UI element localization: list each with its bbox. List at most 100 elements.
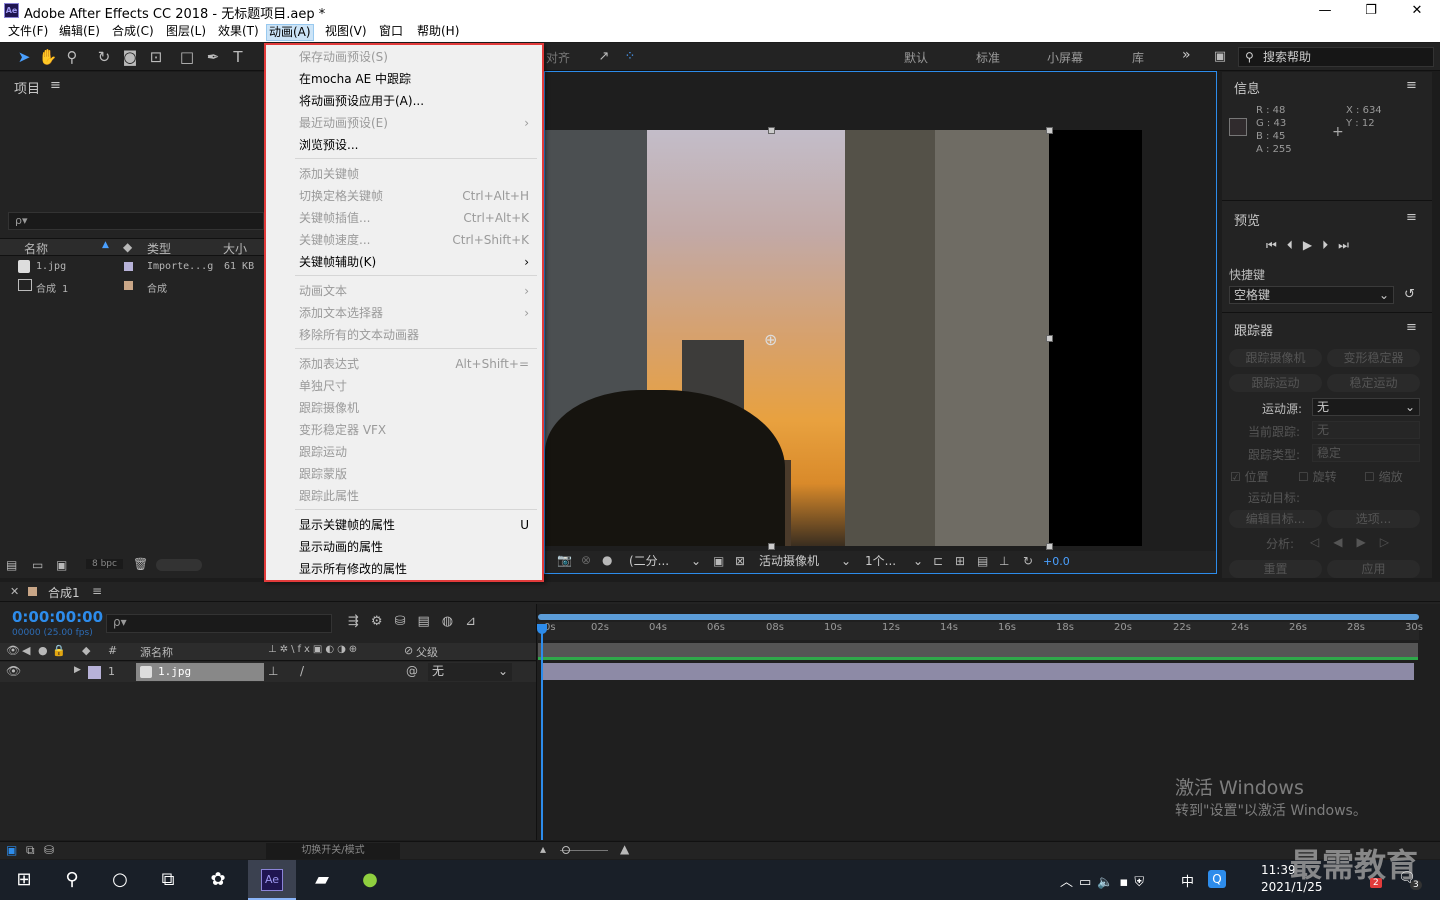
current-track-dropdown[interactable]: 无 bbox=[1312, 421, 1420, 439]
graph-editor-icon[interactable]: ⊿ bbox=[465, 614, 488, 629]
menu-effect[interactable]: 效果(T) bbox=[216, 24, 261, 41]
first-frame-icon[interactable]: ⏮ bbox=[1266, 238, 1287, 252]
transform-handle[interactable] bbox=[1046, 335, 1053, 342]
exposure-value[interactable]: +0.0 bbox=[1043, 555, 1070, 568]
analyze-back-icon[interactable]: ◀ bbox=[1333, 535, 1356, 549]
close-tab-icon[interactable]: ✕ bbox=[10, 585, 19, 598]
timeline-icon[interactable]: ▤ bbox=[977, 554, 988, 568]
after-effects-taskbar-icon[interactable]: Ae bbox=[248, 860, 296, 900]
menu-layer[interactable]: 图层(L) bbox=[164, 24, 208, 41]
analyze-forward-icon[interactable]: ▶ bbox=[1356, 535, 1379, 549]
zoom-tool-icon[interactable]: ⚲ bbox=[62, 47, 82, 67]
workspace-library[interactable]: 库 bbox=[1132, 49, 1144, 66]
rectangle-tool-icon[interactable]: □ bbox=[177, 47, 197, 67]
new-folder-icon[interactable]: ▭ bbox=[32, 558, 43, 572]
qq-icon[interactable]: Q bbox=[1208, 870, 1226, 888]
animation-menu-item[interactable]: 显示所有修改的属性 bbox=[299, 558, 529, 580]
stabilize-motion-button[interactable]: 稳定运动 bbox=[1327, 374, 1420, 392]
in-out-icon[interactable]: ⛁ bbox=[44, 843, 54, 857]
tracker-panel-title[interactable]: 跟踪器 bbox=[1234, 320, 1273, 339]
undo-icon[interactable]: ↺ bbox=[1404, 287, 1415, 302]
zoom-in-icon[interactable]: ▲ bbox=[620, 842, 629, 856]
track-type-dropdown[interactable]: 稳定 bbox=[1312, 444, 1420, 462]
bit-depth-button[interactable]: 8 bpc bbox=[86, 559, 123, 569]
rotate-tool-icon[interactable]: ↻ bbox=[94, 47, 114, 67]
col-name[interactable]: 名称 bbox=[24, 240, 48, 257]
label-color-swatch[interactable] bbox=[124, 281, 133, 290]
layer-duration-bar[interactable] bbox=[542, 663, 1414, 680]
shy-switch-icon[interactable]: ⊥ bbox=[268, 664, 278, 678]
project-title[interactable]: 项目 bbox=[14, 78, 40, 97]
col-parent[interactable]: 父级 bbox=[416, 644, 438, 660]
layer-name[interactable]: 1.jpg bbox=[136, 663, 264, 681]
options-button[interactable]: 选项... bbox=[1327, 510, 1420, 528]
reset-button[interactable]: 重置 bbox=[1229, 560, 1322, 578]
task-view-icon[interactable]: ⧉ bbox=[144, 860, 192, 900]
animation-menu-item[interactable]: 显示动画的属性 bbox=[299, 536, 529, 558]
comp-duration-bar[interactable] bbox=[538, 643, 1418, 657]
volume-icon[interactable]: 🔈 bbox=[1097, 875, 1119, 890]
lock-icon[interactable]: 🔒 bbox=[52, 644, 66, 657]
animation-menu-item[interactable]: 浏览预设... bbox=[299, 134, 529, 156]
transform-handle[interactable] bbox=[768, 127, 775, 134]
playhead-handle[interactable] bbox=[537, 624, 547, 634]
camera-dropdown[interactable]: 活动摄像机 ⌄ bbox=[755, 553, 855, 571]
position-checkbox[interactable]: ☑ 位置 bbox=[1230, 468, 1269, 485]
shy-layers-icon[interactable]: ⛁ bbox=[395, 614, 418, 629]
pen-tool-icon[interactable]: ✒ bbox=[203, 47, 223, 67]
reset-exposure-icon[interactable]: ↻ bbox=[1023, 554, 1033, 568]
col-type[interactable]: 类型 bbox=[147, 240, 171, 257]
analyze-back-frame-icon[interactable]: ◁ bbox=[1310, 535, 1333, 549]
last-frame-icon[interactable]: ⏭ bbox=[1338, 238, 1359, 252]
anchor-point-icon[interactable]: ⊕ bbox=[764, 330, 777, 349]
timecode[interactable]: 0:00:00:00 bbox=[12, 608, 103, 626]
zoom-out-icon[interactable]: ▴ bbox=[540, 842, 546, 856]
delete-icon[interactable]: 🗑 bbox=[133, 557, 148, 571]
menu-composition[interactable]: 合成(C) bbox=[110, 24, 156, 41]
col-size[interactable]: 大小 bbox=[223, 240, 247, 257]
channel-icon[interactable]: ● bbox=[602, 553, 612, 567]
views-dropdown[interactable]: 1个... ⌄ bbox=[861, 553, 927, 571]
new-composition-icon[interactable]: ▣ bbox=[56, 558, 67, 572]
transfer-controls-icon[interactable]: ⧉ bbox=[26, 843, 35, 858]
layer-row[interactable]: 👁 ▶ 1 1.jpg ⊥ / @ 无 ⌄ bbox=[0, 662, 536, 682]
video-eye-icon[interactable]: 👁 bbox=[6, 644, 20, 657]
search-icon[interactable]: ⚲ bbox=[48, 860, 96, 900]
info-panel-title[interactable]: 信息 bbox=[1234, 78, 1260, 97]
align-label[interactable]: 对齐 bbox=[546, 49, 570, 66]
transform-handle[interactable] bbox=[1046, 127, 1053, 134]
interpret-footage-icon[interactable]: ▤ bbox=[6, 558, 17, 572]
fast-preview-icon[interactable]: ▣ bbox=[713, 554, 724, 568]
panel-menu-icon[interactable]: ≡ bbox=[1406, 320, 1417, 335]
playhead[interactable] bbox=[541, 626, 543, 840]
comp-mini-flowchart-icon[interactable]: ⇶ bbox=[348, 614, 371, 629]
visibility-eye-icon[interactable]: 👁 bbox=[6, 664, 21, 678]
search-help-input[interactable]: ⚲ 搜索帮助 bbox=[1238, 47, 1434, 67]
network-icon[interactable]: ▭ bbox=[1079, 875, 1097, 890]
motion-source-dropdown[interactable]: 无 ⌄ bbox=[1312, 398, 1420, 416]
animation-menu-item[interactable]: 将动画预设应用于(A)... bbox=[299, 90, 529, 112]
camera-tool-icon[interactable]: ◙ bbox=[120, 47, 140, 67]
menu-view[interactable]: 视图(V) bbox=[323, 24, 369, 41]
panel-menu-icon[interactable]: ≡ bbox=[1406, 210, 1417, 225]
next-frame-icon[interactable]: ⏵ bbox=[1322, 238, 1338, 252]
selection-tool-icon[interactable]: ➤ bbox=[14, 47, 34, 67]
windows-start-icon[interactable]: ⊞ bbox=[0, 860, 48, 900]
play-icon[interactable]: ▶ bbox=[1303, 238, 1322, 252]
animation-menu-item[interactable]: 显示关键帧的属性 U bbox=[299, 514, 529, 536]
transform-handle[interactable] bbox=[1046, 543, 1053, 550]
animation-menu-item[interactable]: 在mocha AE 中跟踪 bbox=[299, 68, 529, 90]
sort-asc-icon[interactable]: ▲ bbox=[102, 240, 109, 250]
shortcut-dropdown[interactable]: 空格键 ⌄ bbox=[1229, 286, 1394, 304]
type-tool-icon[interactable]: T bbox=[228, 47, 248, 67]
close-button[interactable]: ✕ bbox=[1394, 0, 1440, 22]
motion-blur-icon[interactable]: ◍ bbox=[442, 614, 465, 629]
time-ruler[interactable] bbox=[538, 622, 1419, 640]
resolution-dropdown[interactable]: (二分... ⌄ bbox=[625, 553, 705, 571]
work-area-bar[interactable] bbox=[538, 614, 1419, 620]
menu-edit[interactable]: 编辑(E) bbox=[57, 24, 102, 41]
nvidia-icon[interactable]: ▪ bbox=[1120, 875, 1135, 890]
sync-settings-icon[interactable]: ▣ bbox=[1210, 47, 1230, 67]
region-of-interest-icon[interactable]: ⊏ bbox=[933, 554, 943, 568]
cortana-icon[interactable]: ○ bbox=[96, 860, 144, 900]
